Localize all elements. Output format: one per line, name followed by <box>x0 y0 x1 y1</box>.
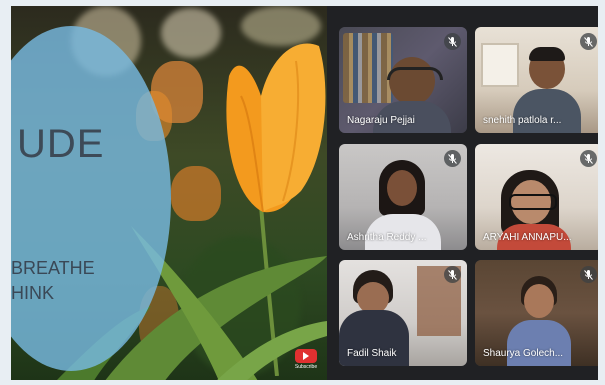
participant-name: snehith patlola r... <box>483 115 562 126</box>
glasses <box>509 194 557 210</box>
mic-off-icon[interactable] <box>580 266 597 283</box>
participant-name: Shaurya Golech... <box>483 348 564 359</box>
youtube-subscribe-badge[interactable]: Subscribe <box>295 349 317 373</box>
mic-off-icon[interactable] <box>580 33 597 50</box>
slide-line-breathe: BREATHE <box>11 258 95 278</box>
headphones <box>387 67 443 80</box>
mic-off-icon[interactable] <box>444 150 461 167</box>
youtube-icon <box>295 349 317 363</box>
participant-name: Nagaraju Pejjai <box>347 115 415 126</box>
mic-off-icon[interactable] <box>580 150 597 167</box>
participant-tile[interactable]: ARYAHI ANNAPU... <box>475 144 598 250</box>
participant-face <box>524 284 554 318</box>
slide-line-think: HINK <box>11 283 55 303</box>
screenshot-frame: UDE BREATHE HINK Subscribe Nagaraju Pejj… <box>0 0 605 385</box>
participant-avatar <box>389 57 435 105</box>
participant-tile[interactable]: snehith patlola r... <box>475 27 598 133</box>
participant-tile[interactable]: Fadil Shaik <box>339 260 467 366</box>
participant-body <box>513 89 581 133</box>
participant-tile[interactable]: Shaurya Golech... <box>475 260 598 366</box>
subscribe-label: Subscribe <box>294 364 318 370</box>
participant-name: ARYAHI ANNAPU... <box>483 232 572 243</box>
participant-tile[interactable]: Ashritha Reddy ... <box>339 144 467 250</box>
participant-face <box>387 170 417 206</box>
participant-name: Fadil Shaik <box>347 348 397 359</box>
meeting-window: UDE BREATHE HINK Subscribe Nagaraju Pejj… <box>11 6 598 380</box>
mic-off-icon[interactable] <box>444 33 461 50</box>
participant-tile[interactable]: Nagaraju Pejjai <box>339 27 467 133</box>
window <box>481 43 519 87</box>
shared-presentation: UDE BREATHE HINK Subscribe <box>11 6 327 380</box>
participant-body <box>507 320 571 366</box>
participant-hair <box>529 47 565 61</box>
slide-title: UDE <box>17 122 105 166</box>
mic-off-icon[interactable] <box>444 266 461 283</box>
bookshelf <box>343 33 393 103</box>
participant-name: Ashritha Reddy ... <box>347 232 427 243</box>
